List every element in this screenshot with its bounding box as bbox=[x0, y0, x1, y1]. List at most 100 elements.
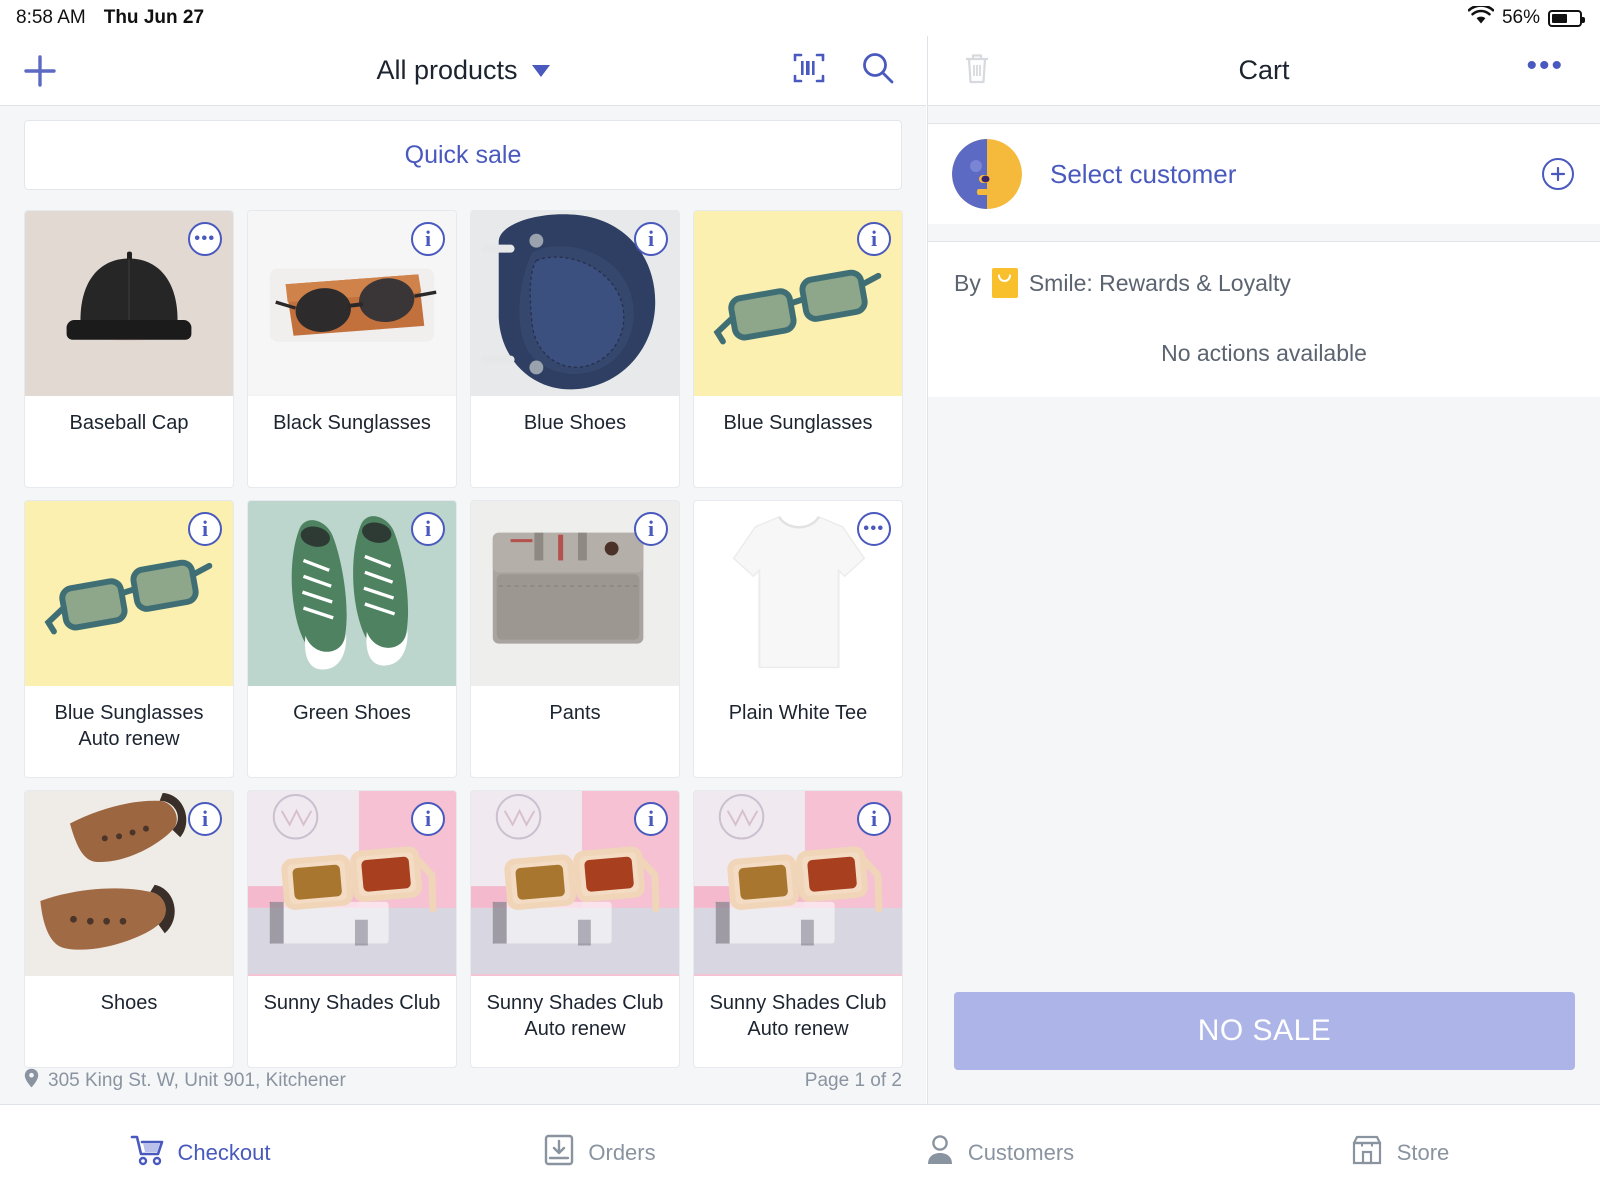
quick-sale-label: Quick sale bbox=[404, 140, 522, 169]
product-catalog-pane: All products Quick sale ••• Baseball Cap… bbox=[0, 36, 926, 1104]
product-info-icon[interactable]: i bbox=[411, 802, 445, 836]
product-thumbnail: i bbox=[248, 791, 456, 976]
catalog-footer: 305 King St. W, Unit 901, Kitchener Page… bbox=[0, 1058, 926, 1104]
cart-line-items-area bbox=[928, 397, 1600, 997]
product-info-icon[interactable]: i bbox=[857, 222, 891, 256]
bottom-navigation: Checkout Orders Customers Store bbox=[0, 1104, 1600, 1200]
customer-avatar-icon bbox=[952, 139, 1022, 209]
no-sale-label: NO SALE bbox=[1197, 1014, 1332, 1047]
map-pin-icon bbox=[24, 1068, 39, 1094]
product-thumbnail: i bbox=[248, 211, 456, 396]
product-info-icon[interactable]: i bbox=[857, 802, 891, 836]
product-name: Blue Sunglasses Auto renew bbox=[54, 702, 204, 750]
product-card[interactable]: ••• Baseball Cap bbox=[24, 210, 234, 488]
nav-item-store[interactable]: Store bbox=[1200, 1134, 1600, 1172]
product-name: Sunny Shades Club bbox=[263, 992, 441, 1014]
add-product-button[interactable] bbox=[12, 43, 68, 99]
cart-section-divider-mid bbox=[928, 224, 1600, 242]
product-info-icon[interactable]: i bbox=[411, 512, 445, 546]
collection-title: All products bbox=[376, 55, 518, 85]
nav-item-label: Orders bbox=[588, 1139, 656, 1165]
battery-percent: 56% bbox=[1501, 7, 1540, 28]
product-info-icon[interactable]: i bbox=[634, 512, 668, 546]
loyalty-empty-state: No actions available bbox=[1161, 340, 1367, 366]
product-collection-selector[interactable]: All products bbox=[303, 55, 623, 86]
product-thumbnail: ••• bbox=[694, 501, 902, 686]
product-card[interactable]: i Black Sunglasses bbox=[247, 210, 457, 488]
select-customer-row[interactable]: Select customer bbox=[928, 124, 1600, 224]
nav-item-label: Customers bbox=[967, 1139, 1075, 1165]
product-name: Shoes bbox=[100, 992, 158, 1014]
product-card[interactable]: ••• Plain White Tee bbox=[693, 500, 903, 778]
cart-section-divider-top bbox=[928, 106, 1600, 124]
product-name: Plain White Tee bbox=[728, 702, 868, 724]
barcode-scan-button[interactable] bbox=[792, 51, 826, 90]
product-card[interactable]: i Sunny Shades Club Auto renew bbox=[693, 790, 903, 1068]
cart-title: Cart bbox=[1238, 55, 1290, 85]
product-card[interactable]: i Pants bbox=[470, 500, 680, 778]
pos-app-screen: 8:58 AM Thu Jun 27 56% All products Quic… bbox=[0, 0, 1600, 1200]
cart-header: Cart ••• bbox=[928, 36, 1600, 106]
product-name: Sunny Shades Club Auto renew bbox=[486, 992, 664, 1040]
barcode-scan-icon bbox=[792, 51, 826, 90]
battery-icon bbox=[1548, 9, 1585, 27]
product-thumbnail: ••• bbox=[25, 211, 233, 396]
status-bar: 8:58 AM Thu Jun 27 56% bbox=[0, 0, 1600, 36]
store-location: 305 King St. W, Unit 901, Kitchener bbox=[24, 1068, 346, 1094]
nav-item-customers[interactable]: Customers bbox=[800, 1134, 1200, 1172]
product-info-icon[interactable]: i bbox=[188, 802, 222, 836]
status-bar-right: 56% bbox=[1467, 4, 1600, 30]
product-thumbnail: i bbox=[694, 791, 902, 976]
product-thumbnail: i bbox=[471, 791, 679, 976]
product-card[interactable]: i Sunny Shades Club Auto renew bbox=[470, 790, 680, 1068]
product-info-icon[interactable]: i bbox=[634, 802, 668, 836]
cart-footer: NO SALE bbox=[928, 992, 1600, 1104]
cart-pane: Cart ••• Select customer By Smile: Rewar… bbox=[927, 36, 1600, 1104]
product-card[interactable]: i Blue Sunglasses bbox=[693, 210, 903, 488]
store-address: 305 King St. W, Unit 901, Kitchener bbox=[48, 1070, 346, 1091]
product-thumbnail: i bbox=[25, 501, 233, 686]
product-name: Blue Sunglasses bbox=[723, 412, 873, 434]
loyalty-app-attribution: By Smile: Rewards & Loyalty bbox=[928, 268, 1600, 298]
product-card[interactable]: i Sunny Shades Club bbox=[247, 790, 457, 1068]
search-button[interactable] bbox=[860, 50, 896, 91]
shopping-cart-icon bbox=[130, 1134, 164, 1172]
plus-circle-icon[interactable] bbox=[1542, 158, 1574, 190]
catalog-scroll-area: Quick sale ••• Baseball Cap i Black Sungla… bbox=[0, 106, 926, 1104]
product-name: Pants bbox=[549, 702, 601, 724]
page-indicator: Page 1 of 2 bbox=[804, 1070, 902, 1091]
loyalty-app-name: Smile: Rewards & Loyalty bbox=[1028, 269, 1291, 296]
cart-more-button[interactable]: ••• bbox=[1526, 50, 1564, 82]
nav-item-orders[interactable]: Orders bbox=[400, 1134, 800, 1172]
select-customer-label: Select customer bbox=[1050, 158, 1237, 189]
nav-item-checkout[interactable]: Checkout bbox=[0, 1134, 400, 1172]
product-thumbnail: i bbox=[25, 791, 233, 976]
status-date: Thu Jun 27 bbox=[103, 7, 205, 28]
person-icon bbox=[926, 1134, 954, 1172]
product-name: Green Shoes bbox=[293, 702, 411, 724]
nav-item-label: Store bbox=[1396, 1139, 1450, 1165]
product-card[interactable]: i Blue Shoes bbox=[470, 210, 680, 488]
chevron-down-icon bbox=[531, 64, 550, 77]
product-card[interactable]: i Blue Sunglasses Auto renew bbox=[24, 500, 234, 778]
product-name: Blue Shoes bbox=[523, 412, 627, 434]
wifi-icon bbox=[1467, 4, 1495, 30]
product-more-icon[interactable]: ••• bbox=[188, 222, 222, 256]
product-name: Baseball Cap bbox=[69, 412, 189, 434]
product-card[interactable]: i Green Shoes bbox=[247, 500, 457, 778]
product-info-icon[interactable]: i bbox=[411, 222, 445, 256]
nav-item-label: Checkout bbox=[177, 1139, 271, 1165]
product-card[interactable]: i Shoes bbox=[24, 790, 234, 1068]
plus-icon bbox=[21, 52, 59, 90]
product-more-icon[interactable]: ••• bbox=[857, 512, 891, 546]
product-thumbnail: i bbox=[248, 501, 456, 686]
status-time: 8:58 AM bbox=[16, 7, 86, 28]
smile-app-icon bbox=[991, 268, 1018, 298]
no-sale-button[interactable]: NO SALE bbox=[954, 992, 1575, 1070]
quick-sale-button[interactable]: Quick sale bbox=[24, 120, 902, 190]
product-thumbnail: i bbox=[471, 211, 679, 396]
orders-inbox-icon bbox=[544, 1134, 574, 1172]
product-info-icon[interactable]: i bbox=[634, 222, 668, 256]
loyalty-app-block: By Smile: Rewards & Loyalty No actions a… bbox=[928, 242, 1600, 397]
product-info-icon[interactable]: i bbox=[188, 512, 222, 546]
